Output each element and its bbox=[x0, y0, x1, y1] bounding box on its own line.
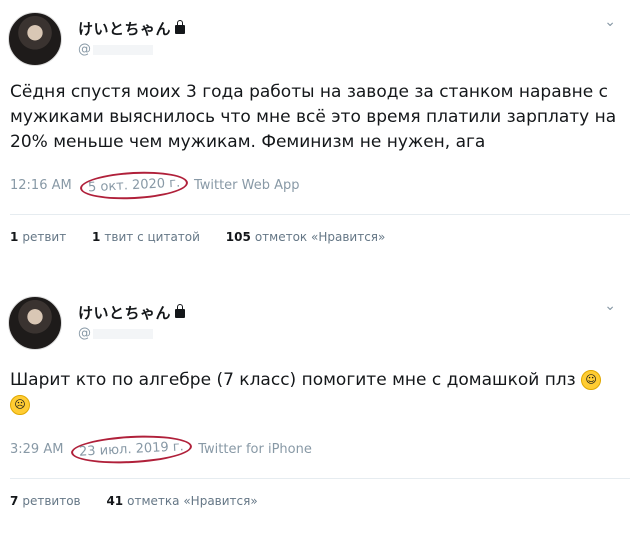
divider bbox=[10, 214, 630, 215]
likes-stat[interactable]: 105 отметок «Нравится» bbox=[226, 230, 386, 244]
tweet-stats: 7 ретвитов 41 отметка «Нравится» bbox=[10, 494, 280, 508]
tweet-source[interactable]: Twitter for iPhone bbox=[198, 442, 312, 457]
tweet-meta: 12:16 AM 5 окт. 2020 г. Twitter Web App bbox=[10, 169, 306, 202]
tweet-date[interactable]: 5 окт. 2020 г. bbox=[79, 169, 189, 202]
divider bbox=[10, 478, 630, 479]
tweet-text: Шарит кто по алгебре (7 класс) помогите … bbox=[10, 368, 630, 418]
handle[interactable]: @ bbox=[78, 326, 153, 341]
chevron-down-icon[interactable]: ⌄ bbox=[604, 298, 616, 314]
sad-but-relieved-face-icon: ☹ bbox=[10, 395, 30, 415]
quote-tweets-stat[interactable]: 1 твит с цитатой bbox=[92, 230, 200, 244]
tweet-stats: 1 ретвит 1 твит с цитатой 105 отметок «Нрав… bbox=[10, 230, 407, 244]
smiling-face-with-halo-icon: ☺ bbox=[581, 370, 602, 390]
tweet-date[interactable]: 23 июл. 2019 г. bbox=[70, 432, 193, 467]
tweet-time[interactable]: 3:29 AM bbox=[10, 442, 63, 457]
chevron-down-icon[interactable]: ⌄ bbox=[604, 14, 616, 30]
tweet-meta: 3:29 AM 23 июл. 2019 г. Twitter for iPhone bbox=[10, 432, 318, 467]
likes-stat[interactable]: 41 отметка «Нравится» bbox=[106, 494, 257, 508]
lock-icon bbox=[175, 20, 186, 34]
retweets-stat[interactable]: 1 ретвит bbox=[10, 230, 66, 244]
tweet-source[interactable]: Twitter Web App bbox=[194, 178, 300, 193]
handle[interactable]: @ bbox=[78, 42, 153, 57]
tweet-time[interactable]: 12:16 AM bbox=[10, 178, 72, 193]
avatar[interactable] bbox=[8, 12, 62, 66]
retweets-stat[interactable]: 7 ретвитов bbox=[10, 494, 81, 508]
tweet-text: Сёдня спустя моих 3 года работы на завод… bbox=[10, 82, 617, 152]
avatar[interactable] bbox=[8, 296, 62, 350]
lock-icon bbox=[175, 304, 186, 318]
display-name[interactable]: けいとちゃん bbox=[78, 18, 186, 39]
display-name[interactable]: けいとちゃん bbox=[78, 302, 186, 323]
